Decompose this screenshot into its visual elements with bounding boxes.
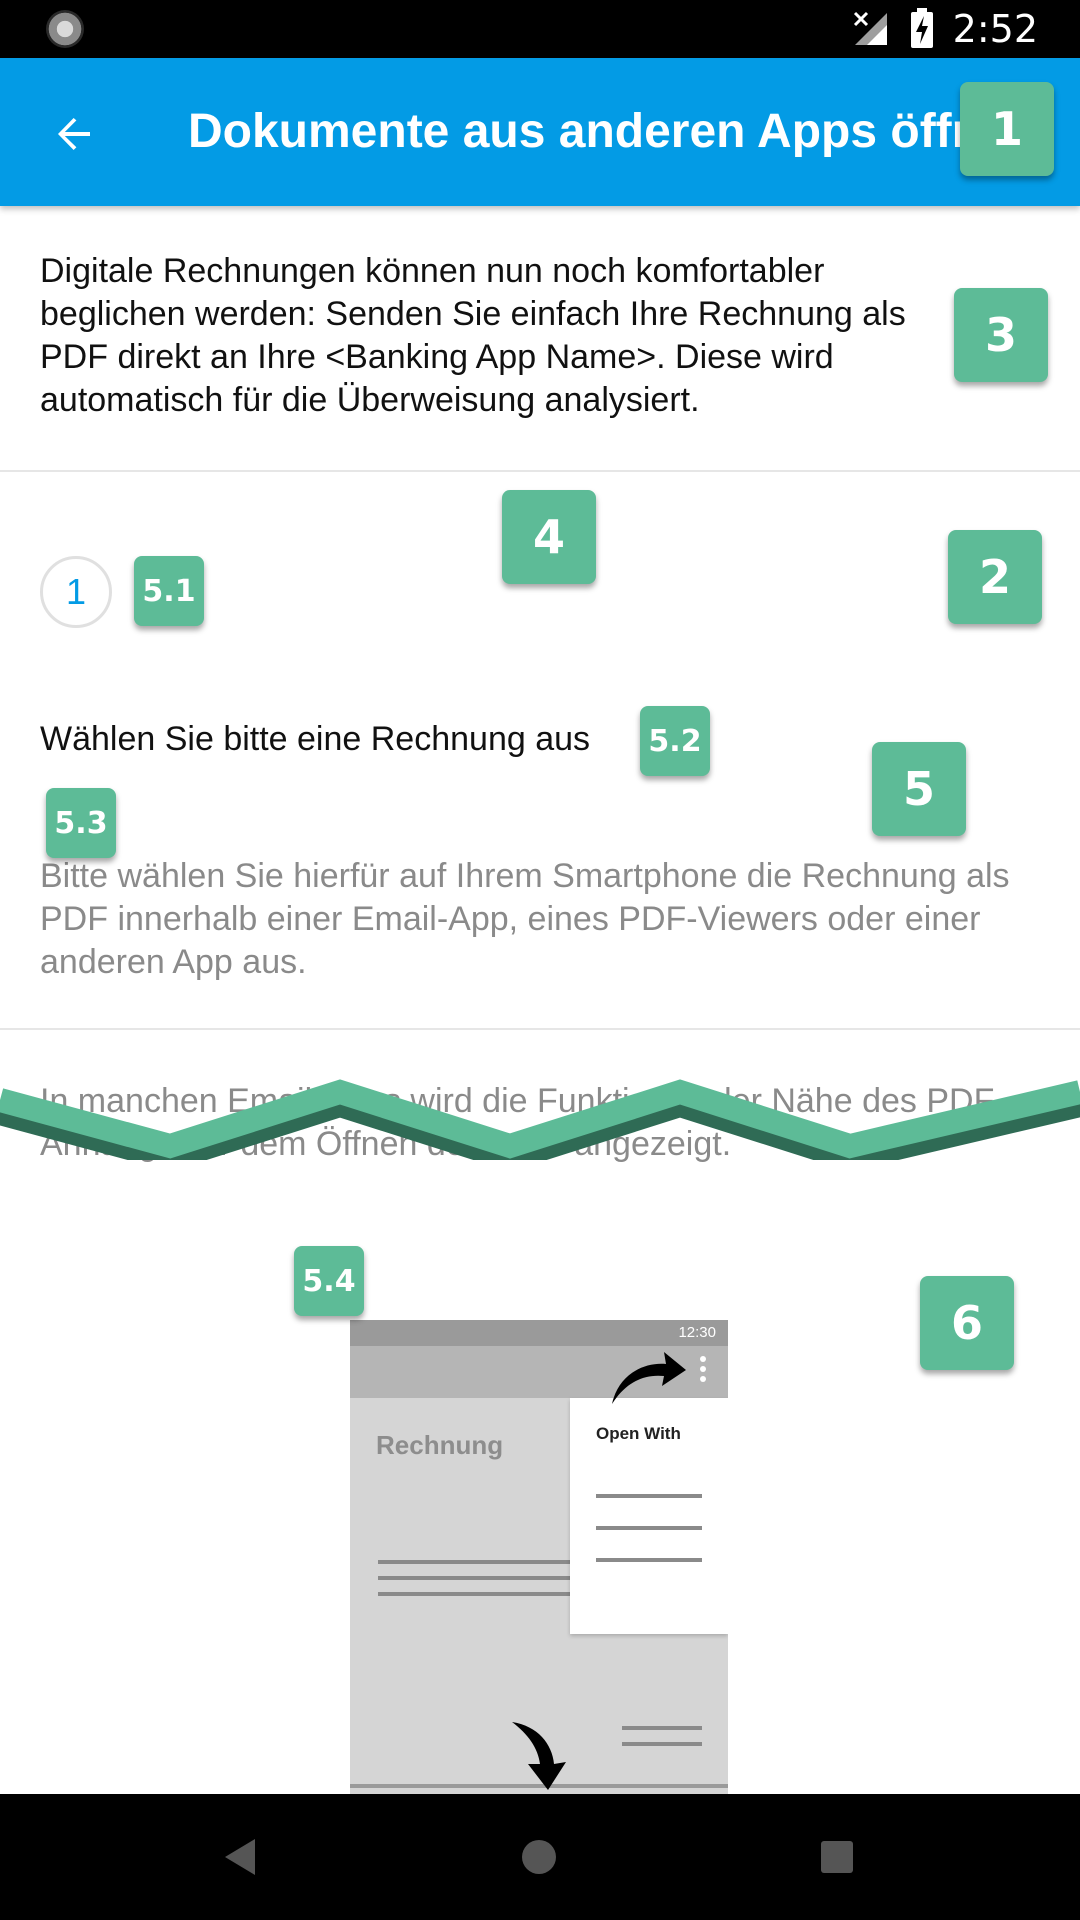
nav-home-button[interactable] (506, 1824, 572, 1890)
annotation-badge: 5.3 (46, 788, 116, 858)
step-title: Wählen Sie bitte eine Rechnung aus (40, 720, 591, 758)
nav-recents-button[interactable] (804, 1824, 870, 1890)
back-button[interactable] (38, 98, 110, 170)
page-title: Dokumente aus anderen Apps öffnen (188, 105, 968, 158)
overflow-menu-icon (700, 1356, 706, 1382)
document-line (622, 1726, 702, 1730)
content-break-zigzag (0, 1079, 1080, 1160)
annotation-badge: 5.4 (294, 1246, 364, 1316)
open-with-title: Open With (596, 1424, 681, 1443)
arrow-left-icon (58, 118, 90, 150)
illustration-status-time: 12:30 (678, 1324, 716, 1341)
document-line (378, 1592, 574, 1596)
curved-arrow-down-icon (512, 1722, 566, 1790)
menu-line (596, 1526, 702, 1530)
divider (0, 470, 1080, 472)
menu-line (596, 1494, 702, 1498)
status-icons: 2:52 (851, 0, 1038, 58)
step-description: Bitte wählen Sie hierfür auf Ihrem Smart… (40, 857, 1010, 981)
circle-icon (522, 1840, 556, 1874)
intro-text: Digitale Rechnungen können nun noch komf… (40, 252, 906, 419)
open-with-illustration: 12:30 Rechnung Open With (350, 1320, 728, 1794)
divider (0, 1028, 1080, 1030)
no-signal-icon (853, 11, 887, 45)
triangle-left-icon (225, 1839, 255, 1875)
document-line (378, 1576, 574, 1580)
annotation-badge: 3 (954, 288, 1048, 382)
step-number: 1 (40, 556, 112, 628)
annotation-badge: 5.2 (640, 706, 710, 776)
open-with-menu: Open With (570, 1398, 728, 1634)
document-line (378, 1560, 574, 1564)
document-line (622, 1742, 702, 1746)
battery-charging-icon (910, 8, 933, 48)
menu-line (596, 1558, 702, 1562)
annotation-badge: 2 (948, 530, 1042, 624)
illustration-heading: Rechnung (376, 1430, 504, 1460)
illustration-status-bar: 12:30 (350, 1320, 728, 1346)
annotation-badge: 6 (920, 1276, 1014, 1370)
status-bar: 2:52 (0, 0, 1080, 58)
annotation-badge: 1 (960, 82, 1054, 176)
app-toolbar: Dokumente aus anderen Apps öffnen (0, 58, 1080, 206)
annotation-badge: 4 (502, 490, 596, 584)
annotation-badge: 5 (872, 742, 966, 836)
annotation-badge: 5.1 (134, 556, 204, 626)
status-time: 2:52 (952, 7, 1038, 51)
system-navigation-bar (0, 1794, 1080, 1920)
curved-arrow-right-icon (612, 1352, 686, 1404)
square-icon (821, 1841, 853, 1873)
nav-back-button[interactable] (206, 1824, 272, 1890)
loading-indicator-icon (46, 10, 84, 48)
